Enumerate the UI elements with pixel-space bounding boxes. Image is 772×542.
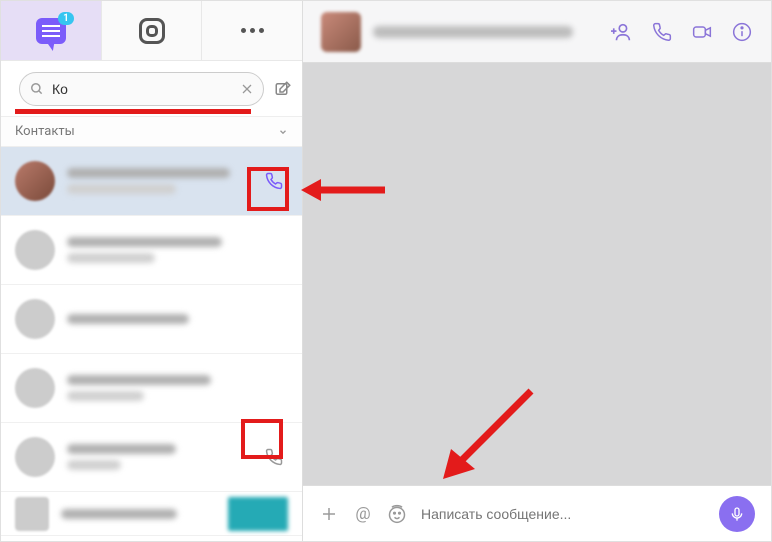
avatar [15, 497, 49, 531]
contact-text [67, 237, 288, 263]
avatar [15, 437, 55, 477]
contact-item[interactable] [1, 423, 302, 492]
section-header-contacts[interactable]: Контакты [1, 117, 302, 147]
video-icon[interactable] [691, 21, 713, 43]
search-box[interactable] [19, 72, 264, 106]
chat-title [373, 26, 573, 38]
contacts-label: Контакты [15, 124, 75, 139]
contact-item[interactable] [1, 492, 302, 536]
action-button[interactable] [228, 497, 288, 531]
top-tabs: 1 [1, 1, 302, 61]
left-panel: 1 Конт [1, 1, 303, 541]
contacts-list [1, 147, 302, 541]
contact-text [67, 314, 288, 324]
plus-icon[interactable] [319, 504, 339, 524]
contact-item[interactable] [1, 147, 302, 216]
composer: @ [303, 485, 771, 541]
chat-icon: 1 [36, 18, 66, 44]
chat-header [303, 1, 771, 63]
more-icon [241, 28, 264, 33]
search-icon [30, 82, 44, 96]
unread-badge: 1 [58, 12, 74, 25]
chevron-down-icon [278, 127, 288, 137]
avatar[interactable] [321, 12, 361, 52]
compose-button[interactable] [274, 74, 292, 104]
contact-text [67, 168, 248, 194]
chat-body [303, 63, 771, 485]
clear-search-icon[interactable] [241, 83, 253, 95]
viber-icon[interactable] [260, 167, 288, 195]
discover-icon [139, 18, 165, 44]
tab-discover[interactable] [102, 1, 203, 60]
add-user-icon[interactable] [611, 21, 633, 43]
message-input[interactable] [421, 506, 705, 522]
avatar [15, 230, 55, 270]
search-input[interactable] [52, 81, 233, 97]
avatar [15, 161, 55, 201]
phone-icon[interactable] [651, 21, 673, 43]
info-icon[interactable] [731, 21, 753, 43]
contact-text [67, 444, 248, 470]
avatar [15, 299, 55, 339]
chat-panel: @ [303, 1, 771, 541]
mic-button[interactable] [719, 496, 755, 532]
search-row [1, 61, 302, 117]
viber-icon[interactable] [260, 443, 288, 471]
sticker-icon[interactable] [387, 504, 407, 524]
contact-item[interactable] [1, 354, 302, 423]
avatar [15, 368, 55, 408]
header-actions [611, 21, 753, 43]
contact-item[interactable] [1, 285, 302, 354]
tab-more[interactable] [202, 1, 302, 60]
mention-icon[interactable]: @ [353, 504, 373, 524]
tab-chats[interactable]: 1 [1, 1, 102, 60]
contact-item[interactable] [1, 216, 302, 285]
contact-text [61, 509, 216, 519]
contact-text [67, 375, 288, 401]
